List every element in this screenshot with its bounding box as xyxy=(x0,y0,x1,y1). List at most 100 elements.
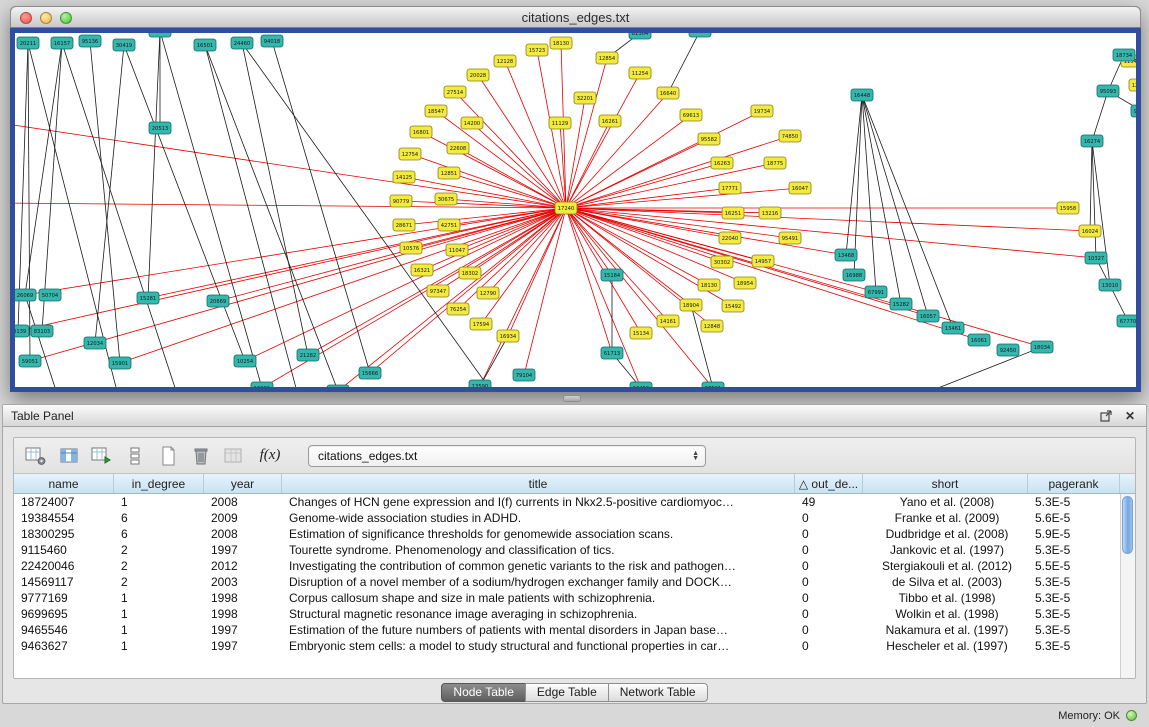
horizontal-splitter[interactable] xyxy=(0,392,1149,404)
splitter-grip[interactable] xyxy=(563,395,581,402)
graph-node[interactable]: 95491 xyxy=(779,232,801,244)
graph-node[interactable]: 16047 xyxy=(789,182,811,194)
graph-node[interactable]: 18034 xyxy=(1031,341,1053,353)
minimize-window-button[interactable] xyxy=(40,12,52,24)
graph-node[interactable]: 16261 xyxy=(599,115,621,127)
table-import-icon[interactable] xyxy=(90,444,114,468)
graph-node[interactable]: 16934 xyxy=(497,330,519,342)
graph-node[interactable]: 95582 xyxy=(698,133,720,145)
graph-node[interactable]: 27514 xyxy=(444,86,466,98)
new-file-icon[interactable] xyxy=(156,444,180,468)
graph-node[interactable]: 12854 xyxy=(596,52,618,64)
graph-node[interactable]: 15492 xyxy=(722,300,744,312)
graph-node[interactable]: 20211 xyxy=(17,37,39,49)
graph-node[interactable]: 20669 xyxy=(207,295,229,307)
graph-node[interactable]: 95093 xyxy=(1097,85,1119,97)
close-panel-icon[interactable]: ✕ xyxy=(1122,408,1138,424)
table-row[interactable]: 1830029562008Estimation of significance … xyxy=(14,526,1120,542)
close-window-button[interactable] xyxy=(20,12,32,24)
graph-node[interactable]: 19734 xyxy=(751,105,773,117)
graph-node[interactable]: 10327 xyxy=(1085,252,1107,264)
graph-node[interactable]: 74850 xyxy=(779,130,801,142)
graph-node[interactable]: 50704 xyxy=(39,289,61,301)
graph-node[interactable]: 13291 xyxy=(251,382,273,387)
graph-node[interactable]: 16157 xyxy=(51,37,73,49)
graph-node[interactable]: 61713 xyxy=(601,347,623,359)
graph-node[interactable]: 12217 xyxy=(1129,79,1136,91)
table-row[interactable]: 969969511998Structural magnetic resonanc… xyxy=(14,606,1120,622)
table-settings-icon[interactable] xyxy=(24,444,48,468)
graph-node[interactable]: 22040 xyxy=(719,232,741,244)
graph-node[interactable]: 16057 xyxy=(917,310,939,322)
column-header-year[interactable]: year xyxy=(204,474,282,493)
graph-node[interactable]: 17240 xyxy=(555,202,577,214)
graph-node[interactable]: 16640 xyxy=(657,87,679,99)
graph-node[interactable]: 21282 xyxy=(297,349,319,361)
graph-node[interactable]: 28147 xyxy=(689,33,711,37)
graph-node[interactable]: 76254 xyxy=(447,303,469,315)
graph-node[interactable]: 20028 xyxy=(467,69,489,81)
table-row[interactable]: 1456911722003Disruption of a novel membe… xyxy=(14,574,1120,590)
graph-node[interactable]: 10576 xyxy=(400,242,422,254)
graph-node[interactable]: 32201 xyxy=(574,92,596,104)
table-row[interactable]: 977716911998Corpus callosum shape and si… xyxy=(14,590,1120,606)
graph-node[interactable]: 22608 xyxy=(447,142,469,154)
scrollbar-thumb[interactable] xyxy=(1122,496,1133,554)
graph-node[interactable]: 13590 xyxy=(469,380,491,387)
graph-node[interactable]: 26069 xyxy=(15,289,36,301)
graph-node[interactable]: 17594 xyxy=(470,318,492,330)
table-row[interactable]: 946362711997Embryonic stem cells: a mode… xyxy=(14,638,1120,654)
graph-node[interactable]: 81304 xyxy=(629,33,651,39)
delete-icon[interactable] xyxy=(189,444,213,468)
graph-node[interactable]: 30302 xyxy=(711,256,733,268)
graph-node[interactable]: 15666 xyxy=(359,367,381,379)
graph-node[interactable]: 18189 xyxy=(149,33,171,37)
graph-node[interactable]: 16274 xyxy=(1081,135,1103,147)
graph-node[interactable]: 18547 xyxy=(425,105,447,117)
table-row[interactable]: 1938455462009Genome-wide association stu… xyxy=(14,510,1120,526)
graph-node[interactable]: 83103 xyxy=(31,325,53,337)
graph-node[interactable]: 94018 xyxy=(261,35,283,47)
tab-node-table[interactable]: Node Table xyxy=(441,683,526,702)
graph-node[interactable]: 13216 xyxy=(759,207,781,219)
table-row[interactable]: 946554611997Estimation of the future num… xyxy=(14,622,1120,638)
graph-node[interactable]: 14161 xyxy=(657,315,679,327)
graph-node[interactable]: 42751 xyxy=(438,219,460,231)
select-columns-icon[interactable] xyxy=(57,444,81,468)
graph-node[interactable]: 12790 xyxy=(477,287,499,299)
graph-node[interactable]: 90704 xyxy=(327,385,349,387)
graph-node[interactable]: 14125 xyxy=(393,171,415,183)
graph-node[interactable]: 12034 xyxy=(84,337,106,349)
table-row[interactable]: 911546021997Tourette syndrome. Phenomeno… xyxy=(14,542,1120,558)
graph-node[interactable]: 15134 xyxy=(630,327,652,339)
graph-node[interactable]: 12848 xyxy=(701,320,723,332)
graph-node[interactable]: 12754 xyxy=(399,148,421,160)
graph-node[interactable]: 11047 xyxy=(446,244,468,256)
graph-node[interactable]: 18130 xyxy=(698,279,720,291)
table-row[interactable]: 2242004622012Investigating the contribut… xyxy=(14,558,1120,574)
graph-node[interactable]: 18130 xyxy=(550,37,572,49)
graph-node[interactable]: 95614 xyxy=(1131,105,1136,117)
graph-node[interactable]: 18954 xyxy=(734,277,756,289)
tab-edge-table[interactable]: Edge Table xyxy=(525,683,609,702)
graph-node[interactable]: 18775 xyxy=(764,157,786,169)
column-header-pagerank[interactable]: pagerank xyxy=(1028,474,1120,493)
function-builder-button[interactable]: f(x) xyxy=(255,444,285,468)
column-header-out_de[interactable]: △ out_de... xyxy=(795,474,863,493)
graph-node[interactable]: 16321 xyxy=(411,264,433,276)
graph-node[interactable]: 12128 xyxy=(494,55,516,67)
graph-node[interactable]: 92450 xyxy=(997,344,1019,356)
graph-node[interactable]: 16263 xyxy=(711,157,733,169)
graph-node[interactable]: 15901 xyxy=(109,357,131,369)
graph-node[interactable]: 90779 xyxy=(390,195,412,207)
rows-icon[interactable] xyxy=(123,444,147,468)
column-header-short[interactable]: short xyxy=(863,474,1028,493)
column-header-in_degree[interactable]: in_degree xyxy=(114,474,204,493)
graph-node[interactable]: 59051 xyxy=(19,355,41,367)
graph-node[interactable]: 13461 xyxy=(942,322,964,334)
graph-node[interactable]: 17771 xyxy=(719,182,741,194)
graph-node[interactable]: 14957 xyxy=(752,255,774,267)
graph-node[interactable]: 24460 xyxy=(231,37,253,49)
graph-node[interactable]: 11254 xyxy=(629,67,651,79)
graph-node[interactable]: 28671 xyxy=(393,219,415,231)
